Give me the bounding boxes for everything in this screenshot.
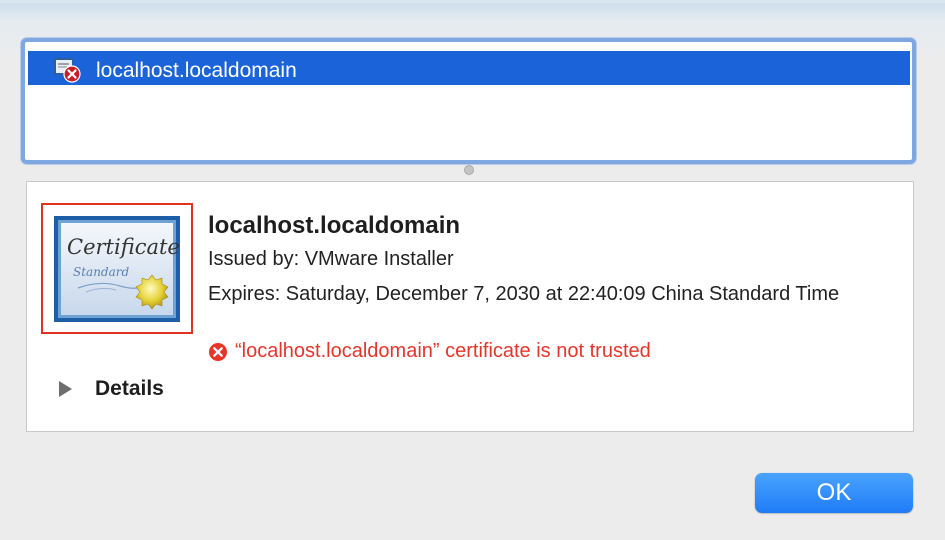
trust-status-text: “localhost.localdomain” certificate is n… — [235, 340, 651, 362]
certificate-icon-subtitle: Standard — [73, 265, 129, 279]
split-view-handle[interactable] — [464, 165, 474, 175]
certificate-detail-panel: Certificate Standard localhost.localdoma… — [26, 181, 914, 432]
certificate-icon: Certificate Standard — [54, 216, 180, 322]
certificate-image-highlight: Certificate Standard — [41, 203, 193, 334]
certificate-list-item[interactable]: localhost.localdomain — [28, 51, 910, 85]
trust-status: “localhost.localdomain” certificate is n… — [208, 340, 651, 363]
certificate-list[interactable]: localhost.localdomain — [21, 38, 916, 164]
certificate-invalid-icon — [54, 58, 81, 83]
details-disclosure[interactable]: Details — [57, 377, 164, 401]
disclosure-triangle-icon[interactable] — [57, 380, 73, 398]
error-icon — [209, 342, 227, 361]
certificate-icon-title: Certificate — [67, 235, 180, 259]
certificate-name: localhost.localdomain — [208, 212, 461, 239]
certificate-list-item-label: localhost.localdomain — [96, 59, 297, 82]
ok-button[interactable]: OK — [755, 473, 913, 513]
window-top-edge — [0, 0, 945, 3]
issued-by-text: Issued by: VMware Installer — [208, 248, 454, 270]
expiration-text: Expires: Saturday, December 7, 2030 at 2… — [208, 283, 840, 305]
details-label: Details — [95, 377, 164, 400]
